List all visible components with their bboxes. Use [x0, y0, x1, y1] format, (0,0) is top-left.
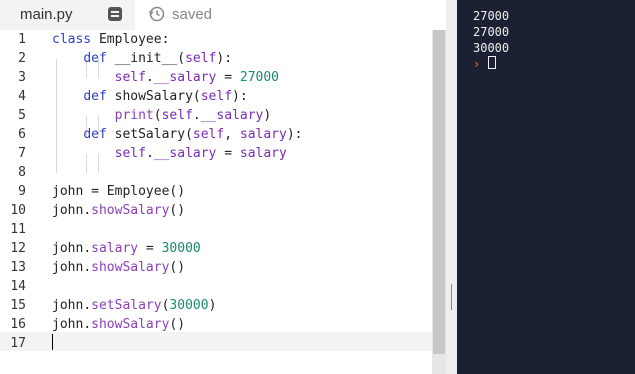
line-number: 6 [18, 127, 26, 142]
code-line[interactable]: def __init__(self): [52, 49, 232, 68]
line-number: 15 [10, 298, 26, 313]
code-line[interactable]: class Employee: [52, 30, 169, 49]
console-cursor[interactable] [488, 56, 496, 69]
file-icon[interactable] [108, 7, 122, 21]
line-number: 4 [18, 89, 26, 104]
line-number: 10 [10, 203, 26, 218]
console-output-line: 27000 [473, 25, 510, 39]
code-line[interactable]: john.showSalary() [52, 315, 185, 334]
line-number: 7 [18, 146, 26, 161]
code-line[interactable]: john.salary = 30000 [52, 239, 201, 258]
editor-scrollbar-thumb[interactable] [433, 30, 445, 354]
panel-divider[interactable] [446, 0, 457, 374]
history-icon [148, 6, 165, 22]
console-panel[interactable]: 27000 27000 30000 › [457, 0, 635, 374]
active-line-highlight [0, 332, 432, 351]
save-status-text: saved [172, 5, 213, 23]
file-tab-label: main.py [20, 6, 73, 23]
line-number: 1 [18, 32, 26, 47]
line-number: 12 [10, 241, 26, 256]
line-number: 13 [10, 260, 26, 275]
code-line[interactable]: john.setSalary(30000) [52, 296, 216, 315]
code-line[interactable]: self.__salary = salary [52, 144, 287, 163]
line-number: 2 [18, 51, 26, 66]
code-editor[interactable]: 1 2 3 4 5 6 7 8 9 10 11 12 13 14 15 16 17 class Employee… [0, 30, 446, 374]
console-output-line: 27000 [473, 9, 510, 23]
line-number: 17 [10, 336, 26, 351]
console-output-line: 30000 [473, 41, 510, 55]
save-status: saved [148, 5, 212, 23]
code-line[interactable]: john.showSalary() [52, 201, 185, 220]
console-prompt-icon: › [473, 57, 481, 71]
file-tab[interactable]: main.py [0, 0, 135, 30]
divider-handle[interactable] [451, 284, 452, 310]
line-number: 9 [18, 184, 26, 199]
code-line[interactable]: john.showSalary() [52, 258, 185, 277]
editor-header: main.py saved [0, 0, 446, 30]
text-cursor [52, 334, 53, 350]
code-line[interactable]: print(self.__salary) [52, 106, 272, 125]
line-number: 14 [10, 279, 26, 294]
line-number: 5 [18, 108, 26, 123]
code-line[interactable]: john = Employee() [52, 182, 185, 201]
line-number: 16 [10, 317, 26, 332]
line-number: 3 [18, 70, 26, 85]
line-number: 8 [18, 165, 26, 180]
code-line[interactable]: self.__salary = 27000 [52, 68, 279, 87]
code-line[interactable]: def setSalary(self, salary): [52, 125, 302, 144]
line-number: 11 [10, 222, 26, 237]
code-line[interactable]: def showSalary(self): [52, 87, 247, 106]
